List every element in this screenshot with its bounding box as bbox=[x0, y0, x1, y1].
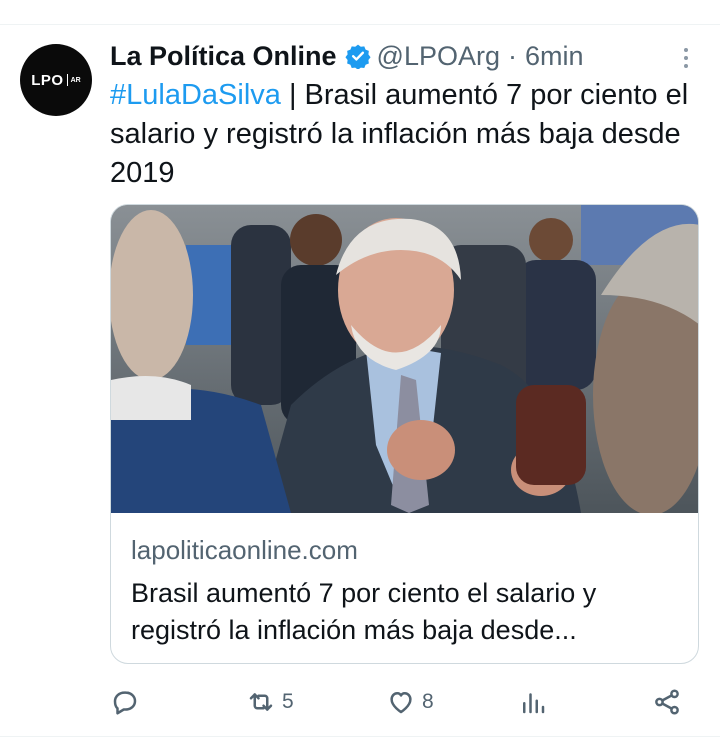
card-domain: lapoliticaonline.com bbox=[131, 535, 358, 565]
bottom-divider bbox=[0, 736, 720, 737]
like-button[interactable]: 8 bbox=[386, 680, 434, 724]
retweet-button[interactable]: 5 bbox=[246, 680, 294, 724]
views-icon bbox=[523, 693, 545, 714]
hashtag-link[interactable]: #LulaDaSilva bbox=[110, 79, 281, 111]
like-count: 8 bbox=[422, 690, 434, 713]
header-separator: · bbox=[508, 40, 517, 71]
views-button[interactable] bbox=[518, 680, 554, 724]
action-bar: 5 8 bbox=[0, 680, 720, 724]
top-divider bbox=[0, 24, 720, 25]
verified-badge-icon bbox=[344, 44, 371, 69]
tweet-time[interactable]: 6min bbox=[525, 41, 584, 72]
link-card[interactable]: lapoliticaonline.com Brasil aumentó 7 po… bbox=[110, 204, 699, 664]
reply-button[interactable] bbox=[110, 680, 146, 724]
share-icon bbox=[655, 689, 679, 715]
tweet-header: La Política Online @LPOArg · 6min bbox=[110, 38, 584, 74]
retweet-count: 5 bbox=[282, 690, 294, 713]
card-title: Brasil aumentó 7 por ciento el salario y… bbox=[131, 578, 597, 645]
author-name[interactable]: La Política Online bbox=[110, 41, 337, 72]
author-handle[interactable]: @LPOArg bbox=[377, 41, 500, 72]
avatar-text: LPO bbox=[31, 71, 64, 89]
more-icon[interactable] bbox=[672, 44, 700, 72]
tweet-text: #LulaDaSilva | Brasil aumentó 7 por cien… bbox=[110, 76, 710, 193]
like-icon bbox=[390, 692, 412, 714]
avatar-subtext: AR bbox=[70, 76, 81, 84]
reply-icon bbox=[113, 691, 137, 715]
avatar-separator bbox=[66, 74, 68, 86]
card-photo bbox=[111, 205, 698, 513]
retweet-icon bbox=[249, 693, 273, 711]
share-button[interactable] bbox=[652, 680, 682, 724]
avatar[interactable]: LPO AR bbox=[20, 44, 92, 116]
card-image bbox=[111, 205, 698, 513]
